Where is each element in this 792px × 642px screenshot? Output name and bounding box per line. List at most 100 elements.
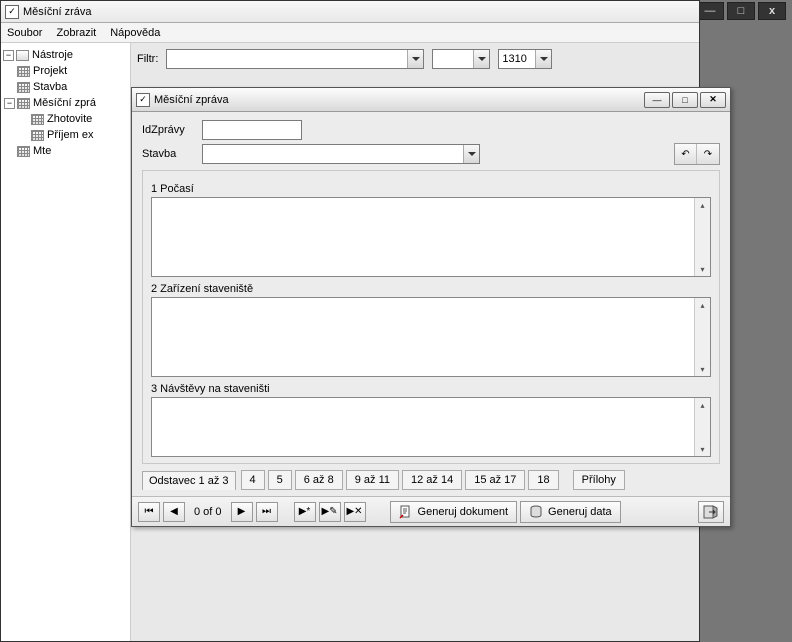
id-label: IdZprávy — [142, 124, 202, 136]
scrollbar[interactable]: ▴▾ — [694, 198, 710, 276]
tree-prijem[interactable]: Příjem ex — [3, 127, 128, 143]
scroll-up-icon[interactable]: ▴ — [700, 398, 704, 412]
menu-help[interactable]: Nápověda — [110, 27, 160, 39]
tab-12-14[interactable]: 12 až 14 — [402, 470, 462, 490]
scroll-down-icon[interactable]: ▾ — [700, 442, 704, 456]
filter-combo-3[interactable] — [498, 49, 552, 69]
app-icon: ✓ — [5, 5, 19, 19]
nav-tree: − Nástroje Projekt Stavba − Měsíční zprá… — [1, 43, 131, 641]
os-window-buttons: — □ x — [696, 2, 786, 20]
nav-next-button[interactable]: ▶ — [231, 502, 253, 522]
stavba-combo[interactable] — [202, 144, 480, 164]
stavba-input[interactable] — [203, 145, 463, 163]
menu-view[interactable]: Zobrazit — [56, 27, 96, 39]
dropdown-arrow-icon[interactable] — [535, 50, 551, 68]
tab-15-17[interactable]: 15 až 17 — [465, 470, 525, 490]
scrollbar[interactable]: ▴▾ — [694, 398, 710, 456]
tab-current[interactable]: Odstavec 1 až 3 — [142, 471, 236, 490]
dropdown-arrow-icon[interactable] — [463, 145, 479, 163]
tab-strip: Odstavec 1 až 3 4 5 6 až 8 9 až 11 12 až… — [142, 468, 720, 492]
folder-icon — [16, 50, 29, 61]
main-titlebar: ✓ Měsíční zráva — [1, 1, 699, 23]
nav-last-button[interactable]: ⏭ — [256, 502, 278, 522]
stavba-label: Stavba — [142, 148, 202, 160]
collapse-icon[interactable]: − — [3, 50, 14, 61]
section-1-memo[interactable]: ▴▾ — [151, 197, 711, 277]
dialog-minimize-button[interactable]: — — [644, 92, 670, 108]
undo-button[interactable]: ↶ — [675, 144, 697, 164]
dropdown-arrow-icon[interactable] — [407, 50, 423, 68]
dialog-titlebar: ✓ Měsíční zpráva — □ ✕ — [132, 88, 730, 112]
scroll-down-icon[interactable]: ▾ — [700, 262, 704, 276]
nav-delete-button[interactable]: ▶✕ — [344, 502, 366, 522]
dialog-title: Měsíční zpráva — [154, 94, 229, 106]
nav-prev-button[interactable]: ◀ — [163, 502, 185, 522]
dropdown-arrow-icon[interactable] — [473, 50, 489, 68]
stavba-row: Stavba ↶ ↷ — [142, 142, 720, 166]
content-area: Filtr: ✓ Měsíční zpráva — [131, 43, 699, 641]
menu-bar: Soubor Zobrazit Nápověda — [1, 23, 699, 43]
id-input[interactable] — [202, 120, 302, 140]
grid-icon — [31, 114, 44, 125]
tree-projekt[interactable]: Projekt — [3, 63, 128, 79]
generate-document-button[interactable]: Generuj dokument — [390, 501, 518, 523]
section-2-label: 2 Zařízení staveniště — [151, 283, 711, 295]
filter-combo-1[interactable] — [166, 49, 424, 69]
grid-icon — [17, 82, 30, 93]
section-3-label: 3 Návštěvy na staveništi — [151, 383, 711, 395]
database-icon — [529, 505, 543, 519]
id-row: IdZprávy — [142, 118, 720, 142]
filter-input-2[interactable] — [433, 50, 473, 68]
filter-label: Filtr: — [137, 53, 158, 65]
scrollbar[interactable]: ▴▾ — [694, 298, 710, 376]
tab-6-8[interactable]: 6 až 8 — [295, 470, 343, 490]
menu-file[interactable]: Soubor — [7, 27, 42, 39]
collapse-icon[interactable]: − — [4, 98, 15, 109]
sections-panel: 1 Počasí ▴▾ 2 Zařízení staveniště ▴▾ 3 N… — [142, 170, 720, 464]
document-icon — [399, 505, 413, 519]
check-icon: ✓ — [136, 93, 150, 107]
dialog-close-button[interactable]: ✕ — [700, 92, 726, 108]
scroll-down-icon[interactable]: ▾ — [700, 362, 704, 376]
tab-9-11[interactable]: 9 až 11 — [346, 470, 399, 490]
tree-mesicni[interactable]: − Měsíční zprá — [3, 95, 128, 111]
os-maximize-button[interactable]: □ — [727, 2, 755, 20]
generate-data-button[interactable]: Generuj data — [520, 501, 621, 523]
filter-combo-2[interactable] — [432, 49, 490, 69]
scroll-up-icon[interactable]: ▴ — [700, 198, 704, 212]
undo-redo-group: ↶ ↷ — [674, 143, 720, 165]
nav-insert-button[interactable]: ▶* — [294, 502, 316, 522]
grid-icon — [31, 130, 44, 141]
main-window: ✓ Měsíční zráva Soubor Zobrazit Nápověda… — [0, 0, 700, 642]
grid-icon — [17, 66, 30, 77]
tree-zhotovite[interactable]: Zhotovite — [3, 111, 128, 127]
filter-input-1[interactable] — [167, 50, 407, 68]
tab-4[interactable]: 4 — [241, 470, 265, 490]
record-navigator: ⏮ ◀ 0 of 0 ▶ ⏭ ▶* ▶✎ ▶✕ Generuj dokument — [132, 496, 730, 526]
section-3-memo[interactable]: ▴▾ — [151, 397, 711, 457]
tree-stavba[interactable]: Stavba — [3, 79, 128, 95]
section-2-memo[interactable]: ▴▾ — [151, 297, 711, 377]
os-minimize-button[interactable]: — — [696, 2, 724, 20]
dialog-maximize-button[interactable]: □ — [672, 92, 698, 108]
tree-mte[interactable]: Mte — [3, 143, 128, 159]
tab-5[interactable]: 5 — [268, 470, 292, 490]
grid-icon — [17, 146, 30, 157]
report-dialog: ✓ Měsíční zpráva — □ ✕ IdZprávy Stavba — [131, 87, 731, 527]
exit-button[interactable] — [698, 501, 724, 523]
nav-first-button[interactable]: ⏮ — [138, 502, 160, 522]
redo-button[interactable]: ↷ — [697, 144, 719, 164]
grid-icon — [17, 98, 30, 109]
exit-icon — [703, 504, 719, 520]
filter-input-3[interactable] — [499, 50, 535, 68]
tab-18[interactable]: 18 — [528, 470, 558, 490]
os-close-button[interactable]: x — [758, 2, 786, 20]
nav-counter: 0 of 0 — [188, 506, 228, 518]
scroll-up-icon[interactable]: ▴ — [700, 298, 704, 312]
nav-edit-button[interactable]: ▶✎ — [319, 502, 341, 522]
main-title: Měsíční zráva — [23, 6, 91, 18]
section-1-label: 1 Počasí — [151, 183, 711, 195]
filter-row: Filtr: — [137, 49, 693, 69]
tab-attachments[interactable]: Přílohy — [573, 470, 625, 490]
tree-root[interactable]: − Nástroje — [3, 47, 128, 63]
